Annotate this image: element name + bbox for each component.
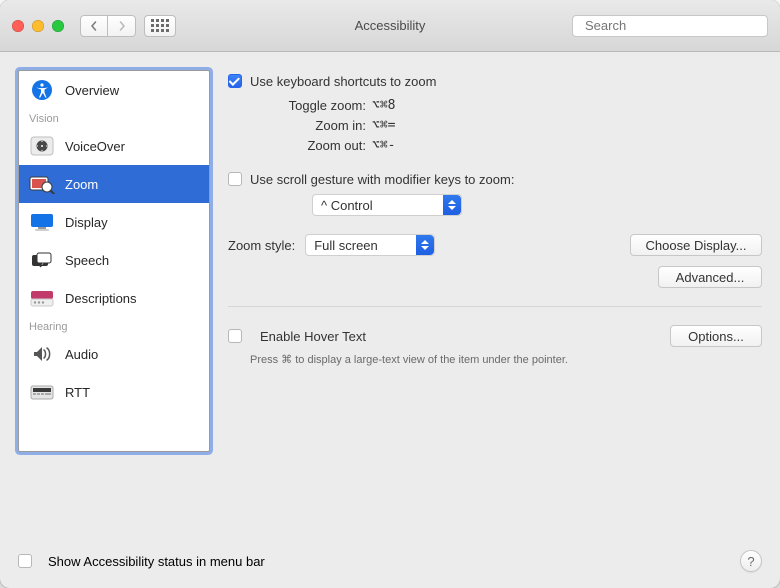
sidebar-item-rtt[interactable]: RTT bbox=[19, 373, 209, 411]
hover-text-row: Enable Hover Text Options... bbox=[228, 325, 762, 347]
footer: Show Accessibility status in menu bar ? bbox=[0, 540, 780, 588]
zoom-settings-panel: Use keyboard shortcuts to zoom Toggle zo… bbox=[228, 70, 762, 532]
help-button[interactable]: ? bbox=[740, 550, 762, 572]
enable-hover-text-checkbox[interactable] bbox=[228, 329, 242, 343]
sidebar-item-label: Display bbox=[65, 215, 108, 230]
search-field[interactable] bbox=[572, 15, 768, 37]
zoom-window-button[interactable] bbox=[52, 20, 64, 32]
voiceover-icon bbox=[29, 135, 55, 157]
hover-text-options-button[interactable]: Options... bbox=[670, 325, 762, 347]
display-icon bbox=[29, 211, 55, 233]
enable-hover-text-label: Enable Hover Text bbox=[260, 329, 366, 344]
accessibility-icon bbox=[29, 79, 55, 101]
grid-icon bbox=[151, 19, 169, 32]
forward-button[interactable] bbox=[108, 15, 136, 37]
choose-display-button[interactable]: Choose Display... bbox=[630, 234, 762, 256]
advanced-label: Advanced... bbox=[676, 270, 745, 285]
search-input[interactable] bbox=[585, 18, 761, 33]
zoom-out-shortcut: ⌥⌘- bbox=[372, 136, 395, 156]
sidebar-item-zoom[interactable]: Zoom bbox=[19, 165, 209, 203]
modifier-key-value: ^ Control bbox=[321, 198, 373, 213]
back-button[interactable] bbox=[80, 15, 108, 37]
advanced-row: Advanced... bbox=[228, 266, 762, 288]
sidebar-item-label: Speech bbox=[65, 253, 109, 268]
use-keyboard-shortcuts-row: Use keyboard shortcuts to zoom bbox=[228, 70, 762, 92]
advanced-button[interactable]: Advanced... bbox=[658, 266, 762, 288]
search-icon bbox=[579, 20, 580, 32]
show-all-button[interactable] bbox=[144, 15, 176, 37]
sidebar-item-label: Audio bbox=[65, 347, 98, 362]
choose-display-label: Choose Display... bbox=[646, 238, 747, 253]
close-window-button[interactable] bbox=[12, 20, 24, 32]
hover-text-section: Enable Hover Text Options... Press ⌘ to … bbox=[228, 306, 762, 366]
sidebar-item-display[interactable]: Display bbox=[19, 203, 209, 241]
modifier-key-select[interactable]: ^ Control bbox=[312, 194, 462, 216]
hover-text-hint: Press ⌘ to display a large-text view of … bbox=[250, 353, 762, 366]
window-controls bbox=[12, 20, 64, 32]
keyboard-shortcuts-list: Toggle zoom: ⌥⌘8 Zoom in: ⌥⌘= Zoom out: ⌥⌘- bbox=[250, 96, 762, 156]
sidebar-item-descriptions[interactable]: Descriptions bbox=[19, 279, 209, 317]
minimize-window-button[interactable] bbox=[32, 20, 44, 32]
category-sidebar[interactable]: Overview Vision VoiceOver Zoom Display bbox=[18, 70, 210, 452]
sidebar-category-vision: Vision bbox=[19, 109, 209, 127]
stepper-icon bbox=[416, 235, 434, 255]
rtt-icon bbox=[29, 381, 55, 403]
use-scroll-gesture-row: Use scroll gesture with modifier keys to… bbox=[228, 168, 762, 190]
toolbar: Accessibility bbox=[0, 0, 780, 52]
sidebar-item-overview[interactable]: Overview bbox=[19, 71, 209, 109]
sidebar-item-speech[interactable]: Speech bbox=[19, 241, 209, 279]
body: Overview Vision VoiceOver Zoom Display bbox=[0, 52, 780, 540]
options-label: Options... bbox=[688, 329, 744, 344]
descriptions-icon bbox=[29, 287, 55, 309]
sidebar-item-label: RTT bbox=[65, 385, 90, 400]
zoom-in-shortcut: ⌥⌘= bbox=[372, 116, 395, 136]
accessibility-window: Accessibility Overview Vision VoiceOver bbox=[0, 0, 780, 588]
sidebar-item-label: Descriptions bbox=[65, 291, 137, 306]
use-scroll-gesture-label: Use scroll gesture with modifier keys to… bbox=[250, 172, 514, 187]
zoom-in-label: Zoom in: bbox=[250, 116, 366, 136]
help-icon: ? bbox=[747, 554, 754, 569]
nav-back-forward bbox=[80, 15, 136, 37]
zoom-style-value: Full screen bbox=[314, 238, 378, 253]
use-keyboard-shortcuts-checkbox[interactable] bbox=[228, 74, 242, 88]
use-scroll-gesture-checkbox[interactable] bbox=[228, 172, 242, 186]
zoom-icon bbox=[29, 173, 55, 195]
use-keyboard-shortcuts-label: Use keyboard shortcuts to zoom bbox=[250, 74, 436, 89]
speech-icon bbox=[29, 249, 55, 271]
zoom-style-label: Zoom style: bbox=[228, 238, 295, 253]
zoom-out-label: Zoom out: bbox=[250, 136, 366, 156]
sidebar-category-hearing: Hearing bbox=[19, 317, 209, 335]
toggle-zoom-shortcut: ⌥⌘8 bbox=[372, 96, 395, 116]
show-status-menubar-label: Show Accessibility status in menu bar bbox=[48, 554, 265, 569]
chevron-left-icon bbox=[89, 21, 99, 31]
sidebar-item-voiceover[interactable]: VoiceOver bbox=[19, 127, 209, 165]
sidebar-item-label: Overview bbox=[65, 83, 119, 98]
zoom-style-row: Zoom style: Full screen Choose Display..… bbox=[228, 234, 762, 256]
zoom-style-select[interactable]: Full screen bbox=[305, 234, 435, 256]
sidebar-item-audio[interactable]: Audio bbox=[19, 335, 209, 373]
sidebar-item-label: VoiceOver bbox=[65, 139, 125, 154]
toggle-zoom-label: Toggle zoom: bbox=[250, 96, 366, 116]
audio-icon bbox=[29, 343, 55, 365]
stepper-icon bbox=[443, 195, 461, 215]
show-status-menubar-checkbox[interactable] bbox=[18, 554, 32, 568]
sidebar-item-label: Zoom bbox=[65, 177, 98, 192]
chevron-right-icon bbox=[117, 21, 127, 31]
